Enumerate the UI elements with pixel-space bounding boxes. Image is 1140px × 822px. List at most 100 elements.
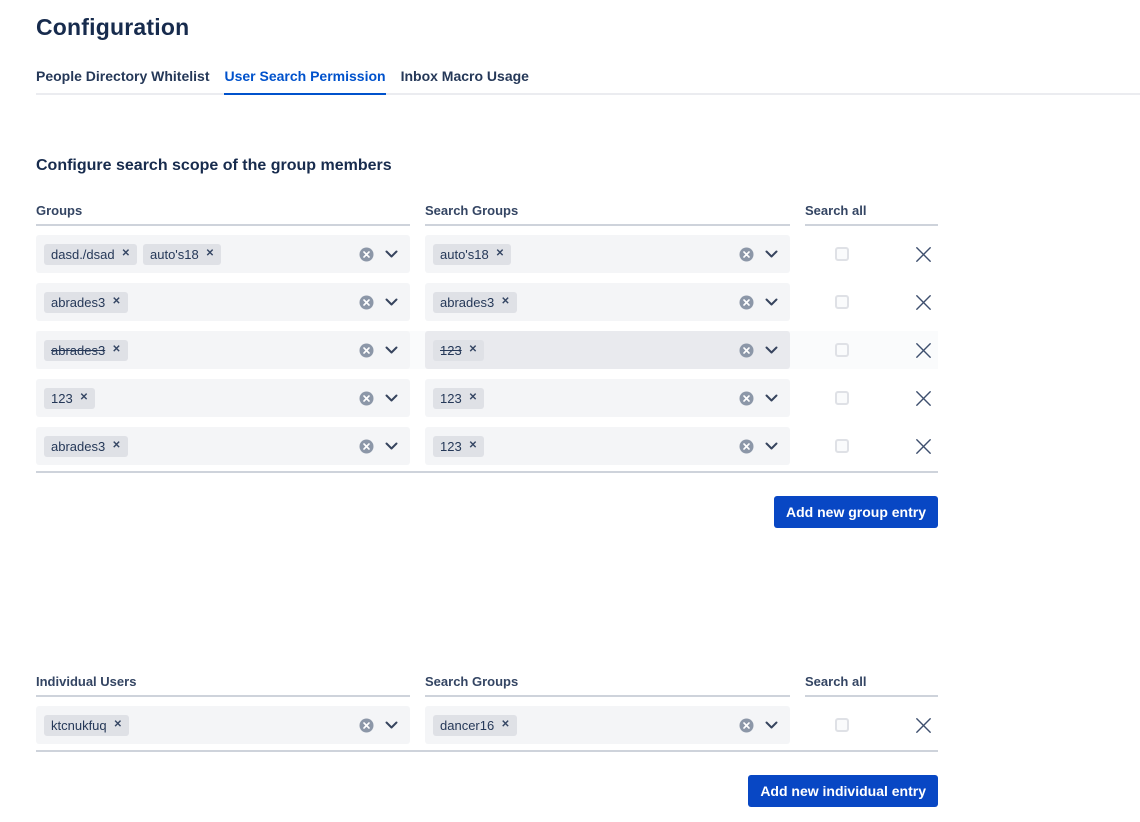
clear-circle-icon[interactable] <box>359 343 374 358</box>
delete-x-icon[interactable] <box>915 717 932 734</box>
search-groups-multiselect[interactable]: abrades3✕ <box>425 283 790 321</box>
chip-remove-icon[interactable]: ✕ <box>114 720 122 730</box>
chevron-down-icon[interactable] <box>385 394 398 402</box>
delete-x-icon[interactable] <box>915 246 932 263</box>
row-actions <box>805 706 938 744</box>
chevron-down-icon[interactable] <box>385 442 398 450</box>
chip-remove-icon[interactable]: ✕ <box>496 249 504 259</box>
groups-multiselect[interactable]: abrades3 ✕ <box>36 283 410 321</box>
table-row: dasd./dsad✕auto's18✕auto's18✕ <box>36 235 938 273</box>
chip-remove-icon[interactable]: ✕ <box>206 249 214 259</box>
chip-remove-icon[interactable]: ✕ <box>501 720 509 730</box>
clear-circle-icon[interactable] <box>739 391 754 406</box>
chip-remove-icon[interactable]: ✕ <box>112 345 120 355</box>
groups-multiselect[interactable]: abrades3 ✕ <box>36 427 410 465</box>
chevron-down-icon[interactable] <box>765 442 778 450</box>
group-table-rows: dasd./dsad✕auto's18✕auto's18✕abrades3✕ab… <box>36 226 938 473</box>
column-header-search-all: Search all <box>805 203 938 226</box>
clear-circle-icon[interactable] <box>359 391 374 406</box>
group-section-heading: Configure search scope of the group memb… <box>36 157 1140 175</box>
search-groups-multiselect[interactable]: dancer16 ✕ <box>425 706 790 744</box>
search-all-checkbox[interactable] <box>835 439 849 453</box>
tab-people-directory-whitelist[interactable]: People Directory Whitelist <box>36 68 209 93</box>
chip-remove-icon[interactable]: ✕ <box>122 249 130 259</box>
field-controls <box>359 295 402 310</box>
chip-label: auto's18 <box>440 247 489 262</box>
group-table: Groups Search Groups Search all dasd./ds… <box>36 203 938 473</box>
page-title: Configuration <box>36 14 1140 41</box>
individual-users-multiselect[interactable]: ktcnukfuq✕ <box>36 706 410 744</box>
add-new-group-entry-button[interactable]: Add new group entry <box>774 496 938 528</box>
search-groups-multiselect[interactable]: 123✕ <box>425 427 790 465</box>
column-header-search-all: Search all <box>805 674 938 697</box>
column-header-individual-users: Individual Users <box>36 674 410 697</box>
field-controls <box>739 295 782 310</box>
clear-circle-icon[interactable] <box>739 718 754 733</box>
value-chip: 123 ✕ <box>433 388 484 409</box>
table-row: abrades3✕abrades3✕ <box>36 283 938 321</box>
field-controls <box>739 391 782 406</box>
clear-circle-icon[interactable] <box>739 439 754 454</box>
search-all-checkbox[interactable] <box>835 247 849 261</box>
chip-label: 123 <box>440 391 462 406</box>
chevron-down-icon[interactable] <box>765 721 778 729</box>
tab-inbox-macro-usage[interactable]: Inbox Macro Usage <box>401 68 529 93</box>
chip-remove-icon[interactable]: ✕ <box>80 393 88 403</box>
table-row: ktcnukfuq✕ dancer16 ✕ <box>36 706 938 744</box>
chip-label: auto's18 <box>150 247 199 262</box>
chip-label: abrades3 <box>51 295 105 310</box>
chevron-down-icon[interactable] <box>385 298 398 306</box>
chevron-down-icon[interactable] <box>385 721 398 729</box>
search-groups-multiselect[interactable]: auto's18 ✕ <box>425 235 790 273</box>
tab-user-search-permission[interactable]: User Search Permission <box>224 68 385 95</box>
search-all-checkbox[interactable] <box>835 343 849 357</box>
chevron-down-icon[interactable] <box>765 394 778 402</box>
groups-multiselect[interactable]: dasd./dsad✕auto's18✕ <box>36 235 410 273</box>
clear-circle-icon[interactable] <box>359 439 374 454</box>
individual-table: Individual Users Search Groups Search al… <box>36 674 938 752</box>
chip-remove-icon[interactable]: ✕ <box>469 393 477 403</box>
search-all-checkbox[interactable] <box>835 391 849 405</box>
chip-label: dancer16 <box>440 718 494 733</box>
delete-x-icon[interactable] <box>915 390 932 407</box>
chip-remove-icon[interactable]: ✕ <box>469 441 477 451</box>
delete-x-icon[interactable] <box>915 294 932 311</box>
delete-x-icon[interactable] <box>915 342 932 359</box>
search-all-checkbox[interactable] <box>835 718 849 732</box>
value-chip: ktcnukfuq✕ <box>44 715 129 736</box>
chevron-down-icon[interactable] <box>765 250 778 258</box>
groups-multiselect[interactable]: abrades3✕ <box>36 331 410 369</box>
chip-remove-icon[interactable]: ✕ <box>469 345 477 355</box>
search-groups-multiselect[interactable]: 123 ✕ <box>425 331 790 369</box>
group-button-row: Add new group entry <box>36 496 938 528</box>
clear-circle-icon[interactable] <box>359 718 374 733</box>
search-groups-multiselect[interactable]: 123 ✕ <box>425 379 790 417</box>
value-chip: 123 ✕ <box>433 340 484 361</box>
chip-label: 123 <box>440 343 462 358</box>
chip-remove-icon[interactable]: ✕ <box>501 297 509 307</box>
search-all-checkbox[interactable] <box>835 295 849 309</box>
delete-x-icon[interactable] <box>915 438 932 455</box>
clear-circle-icon[interactable] <box>359 295 374 310</box>
chevron-down-icon[interactable] <box>765 346 778 354</box>
clear-circle-icon[interactable] <box>359 247 374 262</box>
chevron-down-icon[interactable] <box>385 346 398 354</box>
clear-circle-icon[interactable] <box>739 247 754 262</box>
chip-remove-icon[interactable]: ✕ <box>112 441 120 451</box>
chip-remove-icon[interactable]: ✕ <box>112 297 120 307</box>
groups-multiselect[interactable]: 123✕ <box>36 379 410 417</box>
add-new-individual-entry-button[interactable]: Add new individual entry <box>748 775 938 807</box>
field-controls <box>359 247 402 262</box>
clear-circle-icon[interactable] <box>739 295 754 310</box>
field-controls <box>739 439 782 454</box>
row-actions <box>805 427 938 465</box>
clear-circle-icon[interactable] <box>739 343 754 358</box>
column-header-search-groups: Search Groups <box>425 674 790 697</box>
chip-label: abrades3 <box>51 439 105 454</box>
individual-section: Individual Users Search Groups Search al… <box>36 674 1140 807</box>
value-chip: 123✕ <box>433 436 484 457</box>
field-controls <box>359 391 402 406</box>
chevron-down-icon[interactable] <box>385 250 398 258</box>
value-chip: auto's18 ✕ <box>433 244 511 265</box>
chevron-down-icon[interactable] <box>765 298 778 306</box>
